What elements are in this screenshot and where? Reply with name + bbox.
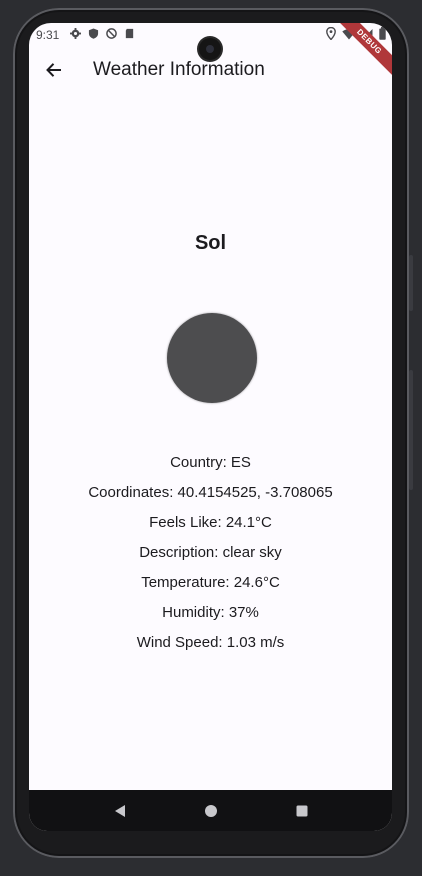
nav-home-button[interactable] [196,796,226,826]
device-frame-stage: 9:31 DEBUG Weather Information Sol Count… [0,0,422,876]
volume-button [409,255,413,311]
recents-square-icon [296,805,307,816]
coordinates-text: Coordinates: 40.4154525, -3.708065 [88,484,333,501]
city-name: Sol [194,232,227,254]
temperature-text: Temperature: 24.6°C [141,574,280,591]
country-text: Country: ES [170,454,251,471]
battery-icon [379,27,386,40]
back-button[interactable] [41,57,67,83]
settings-icon [70,28,81,39]
phone-screen: 9:31 DEBUG Weather Information Sol Count… [29,23,392,831]
system-nav-bar [29,790,392,831]
feels-like-text: Feels Like: 24.1°C [149,514,272,531]
humidity-text: Humidity: 37% [162,604,259,621]
status-time: 9:31 [36,28,60,42]
description-text: Description: clear sky [139,544,282,561]
location-icon [326,27,336,40]
arrow-back-icon [46,63,61,77]
power-button [409,370,413,490]
page-title: Weather Information [93,59,265,80]
back-triangle-icon [114,804,125,817]
weather-icon [167,313,257,403]
status-icons-left [70,28,135,39]
wind-speed-text: Wind Speed: 1.03 m/s [136,634,285,651]
weather-details: Country: ES Coordinates: 40.4154525, -3.… [29,452,392,662]
home-circle-icon [204,804,217,817]
nav-recents-button[interactable] [287,796,317,826]
do-not-disturb-icon [106,28,117,39]
app-bar: Weather Information [29,49,392,93]
shield-icon [88,28,99,39]
nav-back-button[interactable] [105,796,135,826]
sd-card-icon [125,28,134,39]
